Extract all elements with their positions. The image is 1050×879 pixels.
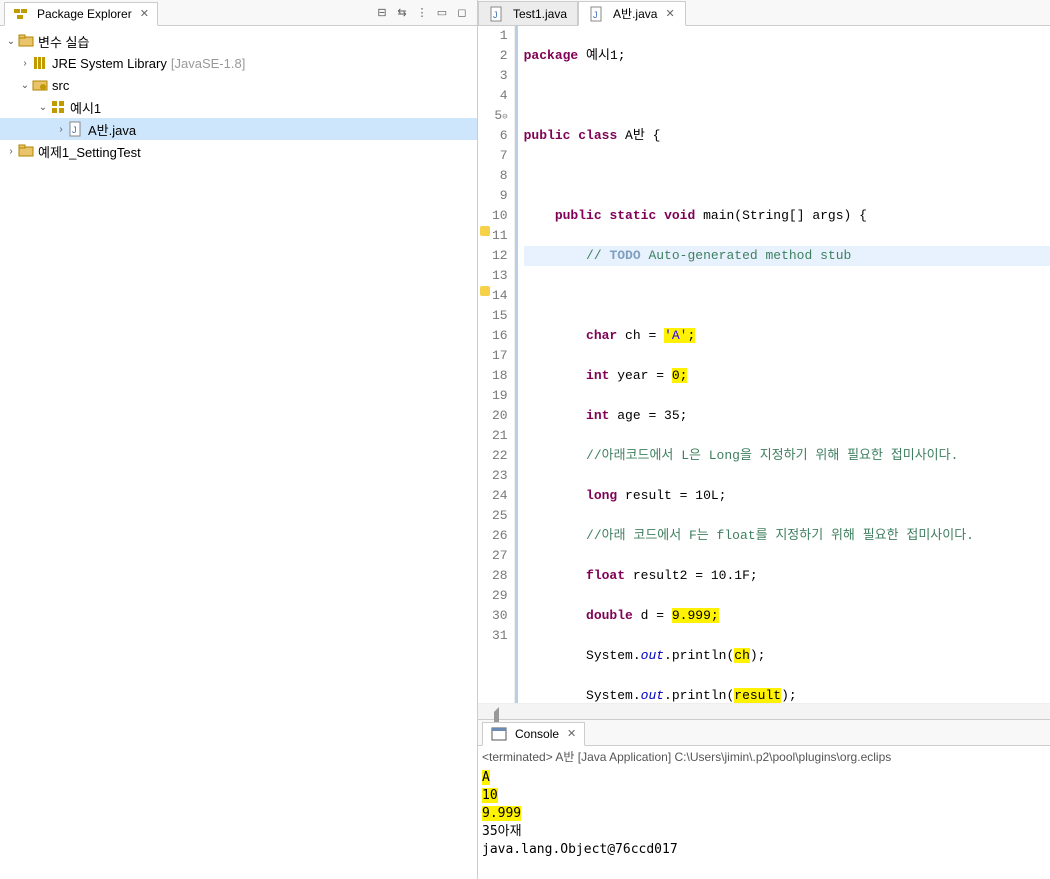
console-output[interactable]: A 10 9.999 35아재 java.lang.Object@76ccd01… [478, 767, 1050, 879]
console-status: <terminated> A반 [Java Application] C:\Us… [478, 746, 1050, 767]
editor-console-area: J Test1.java J A반.java ✕ 1234 5⊖ 67 8910… [478, 0, 1050, 879]
svg-text:J: J [593, 10, 598, 20]
editor-tab-label: A반.java [613, 5, 657, 22]
view-menu-icon[interactable]: ⋮ [415, 6, 429, 20]
expand-icon[interactable]: ⌄ [18, 80, 32, 91]
tree-label: A반.java [88, 120, 136, 139]
package-explorer-header: Package Explorer ✕ ⊟ ⇆ ⋮ ▭ ◻ [0, 0, 477, 26]
code-editor[interactable]: 1234 5⊖ 67 8910 111213 14 15161718 19202… [478, 26, 1050, 703]
console-line: 35아재 [482, 823, 1046, 841]
expand-icon[interactable]: ⌄ [4, 36, 18, 47]
expand-icon[interactable]: ⌄ [36, 102, 50, 113]
package-explorer-tree[interactable]: ⌄ 변수 실습 › JRE System Library [JavaSE-1.8… [0, 26, 477, 166]
tree-project-row[interactable]: ⌄ 변수 실습 [0, 30, 477, 52]
code-area[interactable]: package 예시1; public class A반 { public st… [515, 26, 1050, 703]
console-line: 9.999 [482, 806, 521, 821]
expand-icon[interactable]: › [18, 58, 32, 69]
warning-marker-icon[interactable] [480, 226, 490, 236]
package-explorer-icon [13, 6, 29, 22]
java-file-icon: J [589, 6, 605, 22]
package-explorer-panel: Package Explorer ✕ ⊟ ⇆ ⋮ ▭ ◻ ⌄ 변수 실습 › J… [0, 0, 478, 879]
tree-jre-row[interactable]: › JRE System Library [JavaSE-1.8] [0, 52, 477, 74]
console-tab[interactable]: Console ✕ [482, 722, 585, 746]
maximize-icon[interactable]: ◻ [455, 6, 469, 20]
project-icon [18, 33, 34, 49]
expand-icon[interactable]: › [4, 146, 18, 157]
editor-tab-bar: J Test1.java J A반.java ✕ [478, 0, 1050, 26]
editor-horizontal-scrollbar[interactable] [478, 703, 1050, 719]
line-number-gutter: 1234 5⊖ 67 8910 111213 14 15161718 19202… [478, 26, 515, 703]
link-with-editor-icon[interactable]: ⇆ [395, 6, 409, 20]
package-explorer-tab[interactable]: Package Explorer ✕ [4, 2, 158, 26]
library-icon [32, 55, 48, 71]
close-icon[interactable]: ✕ [567, 727, 576, 740]
package-explorer-toolbar: ⊟ ⇆ ⋮ ▭ ◻ [375, 6, 473, 20]
console-line: 10 [482, 788, 498, 803]
collapse-all-icon[interactable]: ⊟ [375, 6, 389, 20]
tree-project-row[interactable]: › 예제1_SettingTest [0, 140, 477, 162]
console-header: Console ✕ [478, 720, 1050, 746]
console-line: A [482, 770, 490, 785]
minimize-icon[interactable]: ▭ [435, 6, 449, 20]
console-title: Console [515, 727, 559, 741]
editor-tab-test1[interactable]: J Test1.java [478, 1, 578, 26]
editor-tab-a[interactable]: J A반.java ✕ [578, 1, 686, 26]
tree-file-row[interactable]: › J A반.java [0, 118, 477, 140]
tree-label: 변수 실습 [38, 32, 89, 51]
svg-text:J: J [493, 10, 498, 20]
project-icon [18, 143, 34, 159]
console-panel: Console ✕ <terminated> A반 [Java Applicat… [478, 719, 1050, 879]
editor-tab-label: Test1.java [513, 7, 567, 21]
source-folder-icon [32, 77, 48, 93]
close-icon[interactable]: ✕ [665, 7, 674, 20]
expand-icon[interactable]: › [54, 124, 68, 135]
tree-label: 예시1 [70, 98, 101, 117]
java-file-icon: J [489, 6, 505, 22]
tree-src-row[interactable]: ⌄ src [0, 74, 477, 96]
tree-label: 예제1_SettingTest [38, 142, 141, 161]
tree-label: src [52, 78, 69, 93]
warning-marker-icon[interactable] [480, 286, 490, 296]
tree-package-row[interactable]: ⌄ 예시1 [0, 96, 477, 118]
package-explorer-title: Package Explorer [37, 7, 132, 21]
console-icon [491, 726, 507, 742]
package-icon [50, 99, 66, 115]
tree-label-qualifier: [JavaSE-1.8] [171, 56, 245, 71]
svg-text:J: J [72, 125, 77, 135]
tree-label: JRE System Library [52, 56, 167, 71]
close-icon[interactable]: ✕ [140, 7, 149, 20]
console-line: java.lang.Object@76ccd017 [482, 841, 1046, 859]
java-file-icon: J [68, 121, 84, 137]
